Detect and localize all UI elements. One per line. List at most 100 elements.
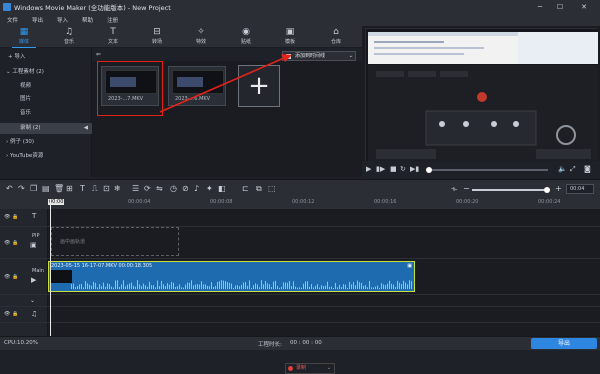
tab-text[interactable]: T 文本 xyxy=(93,26,133,48)
transform-icon[interactable]: ⧉ xyxy=(256,183,262,195)
copy-icon[interactable]: ❐ xyxy=(30,183,37,195)
lock-icon[interactable]: 🔒 xyxy=(12,311,18,317)
menu-register[interactable]: 注册 xyxy=(100,16,125,24)
playhead[interactable] xyxy=(50,199,51,337)
lock-icon[interactable]: 🔒 xyxy=(12,240,18,246)
snapshot-icon[interactable]: ◙ xyxy=(584,163,591,175)
close-icon[interactable]: ✕ xyxy=(576,0,592,14)
waveform-bar xyxy=(233,287,234,289)
zoom-out-icon[interactable]: − xyxy=(463,183,470,195)
add-to-timeline-dropdown[interactable]: 添加到时间线 ⌄ xyxy=(282,51,356,61)
lock-icon[interactable]: 🔒 xyxy=(12,214,18,220)
eye-icon[interactable]: 👁 xyxy=(4,311,10,317)
tab-sticker[interactable]: ◉ 贴纸 xyxy=(226,26,266,48)
play-icon[interactable]: ▶ xyxy=(366,163,371,175)
maximize-icon[interactable]: ☐ xyxy=(552,0,568,14)
tab-media[interactable]: ▦ 媒体 xyxy=(4,26,44,48)
waveform-bar xyxy=(163,284,164,289)
ruler-tick: 00:00:12 xyxy=(292,199,315,205)
record-dropdown[interactable]: 录制 ⌄ xyxy=(285,363,335,374)
waveform-bar xyxy=(317,284,318,289)
minimize-icon[interactable]: ─ xyxy=(532,0,548,14)
media-thumb-2[interactable]: 2023-...6.MKV xyxy=(168,66,226,106)
sidebar-item-recording[interactable]: 录制 (2) ◀ xyxy=(0,123,92,134)
audio-icon[interactable]: ♪ xyxy=(194,183,199,195)
speed-icon[interactable]: ◷ xyxy=(170,183,177,195)
clip-settings-icon[interactable]: ▣ xyxy=(407,263,412,269)
freeze-icon[interactable]: ❄ xyxy=(114,183,121,195)
menu-import[interactable]: 导入 xyxy=(50,16,75,24)
delete-icon[interactable]: 🗑 xyxy=(54,183,64,195)
zoom-slider[interactable] xyxy=(472,187,550,193)
tab-transition[interactable]: ⊟ 转场 xyxy=(137,26,177,48)
paste-icon[interactable]: ▤ xyxy=(42,183,50,195)
crop-tool-icon[interactable]: ⊡ xyxy=(103,183,110,195)
adjust-icon[interactable]: ☰ xyxy=(132,183,139,195)
waveform-bar xyxy=(71,284,72,289)
next-frame-icon[interactable]: ▶▮ xyxy=(410,163,419,175)
eye-icon[interactable]: 👁 xyxy=(4,240,10,246)
video-clip[interactable]: 2023-05-15 16-17-07.MKV 00:00:18.305 ▣ xyxy=(48,261,415,292)
zoom-in-icon[interactable]: + xyxy=(555,183,562,195)
menu-help[interactable]: 帮助 xyxy=(75,16,100,24)
export-button[interactable]: 导出 xyxy=(531,338,597,349)
waveform-bar xyxy=(403,280,404,289)
text-tool-icon[interactable]: T xyxy=(80,183,85,195)
loop-icon[interactable]: ↻ xyxy=(400,163,406,175)
waveform-bar xyxy=(251,287,252,289)
sidebar-item-music[interactable]: 音乐 xyxy=(0,108,92,119)
play-pause-icon[interactable]: ▮▶ xyxy=(376,163,385,175)
menu-file[interactable]: 文件 xyxy=(0,16,25,24)
redo-icon[interactable]: ↷ xyxy=(18,183,25,195)
eye-icon[interactable]: 👁 xyxy=(4,214,10,220)
sidebar-group-project[interactable]: ⌄ 工程素材 (2) xyxy=(0,67,92,78)
tab-music[interactable]: ♫ 音乐 xyxy=(49,26,89,48)
track-divider: ⌄ xyxy=(0,295,600,307)
import-button[interactable]: + 导入 xyxy=(0,52,92,63)
playback-progress-track[interactable] xyxy=(426,167,548,173)
playback-progress-handle[interactable] xyxy=(426,167,432,173)
color-icon[interactable]: ◧ xyxy=(218,183,226,195)
waveform-bar xyxy=(93,281,94,289)
menu-export[interactable]: 导出 xyxy=(25,16,50,24)
selection-highlight xyxy=(97,61,163,116)
rotate-icon[interactable]: ⟳ xyxy=(144,183,151,195)
waveform-bar xyxy=(305,281,306,289)
waveform-bar xyxy=(81,283,82,289)
status-bar: CPU:10.20% 工程时长: 00 : 00 : 00 xyxy=(0,336,600,350)
fullscreen-icon[interactable]: ⤢ xyxy=(570,163,576,175)
back-icon[interactable]: ⇐ xyxy=(96,51,101,58)
frame-icon[interactable]: ⬚ xyxy=(268,183,276,195)
mask-icon[interactable]: ✦ xyxy=(206,183,213,195)
split-icon[interactable]: ⊞ xyxy=(66,183,73,195)
fit-icon[interactable]: ⟛ xyxy=(451,183,457,195)
chevron-down-icon: ⌄ xyxy=(348,53,353,59)
audio-waveform xyxy=(71,280,412,289)
sidebar-item-youtube[interactable]: › YouTube资源 xyxy=(0,151,92,162)
waveform-bar xyxy=(389,280,390,289)
crop-icon[interactable]: ⊏ xyxy=(242,183,249,195)
sidebar-item-video[interactable]: 视频 xyxy=(0,81,92,92)
sidebar-item-image[interactable]: 图片 xyxy=(0,94,92,105)
waveform-bar xyxy=(289,281,290,289)
lock-icon[interactable]: 🔒 xyxy=(12,274,18,280)
time-input[interactable]: 00:04 xyxy=(566,184,594,194)
filter-icon[interactable]: ⊘ xyxy=(182,183,189,195)
waveform-bar xyxy=(275,280,276,289)
undo-icon[interactable]: ↶ xyxy=(6,183,13,195)
tab-effects[interactable]: ✧ 特效 xyxy=(181,26,221,48)
volume-icon[interactable]: 🔈 xyxy=(558,163,567,175)
sidebar-group-examples[interactable]: › 例子 (30) xyxy=(0,137,92,148)
waveform-bar xyxy=(281,286,282,289)
store-icon: ⌂ xyxy=(333,27,339,37)
tab-template[interactable]: ▣ 模板 xyxy=(270,26,310,48)
tab-store[interactable]: ⌂ 仓库 xyxy=(316,26,356,48)
stop-icon[interactable]: ■ xyxy=(390,163,397,175)
add-media-tile[interactable]: + xyxy=(238,65,280,107)
zoom-slider-handle[interactable] xyxy=(544,187,550,193)
pip-drop-zone[interactable]: 画中画轨道 xyxy=(51,227,179,256)
record-label: 录制 xyxy=(296,365,307,371)
mirror-icon[interactable]: ⇋ xyxy=(156,183,163,195)
split-clip-icon[interactable]: ⎍ xyxy=(92,183,98,195)
eye-icon[interactable]: 👁 xyxy=(4,274,10,280)
